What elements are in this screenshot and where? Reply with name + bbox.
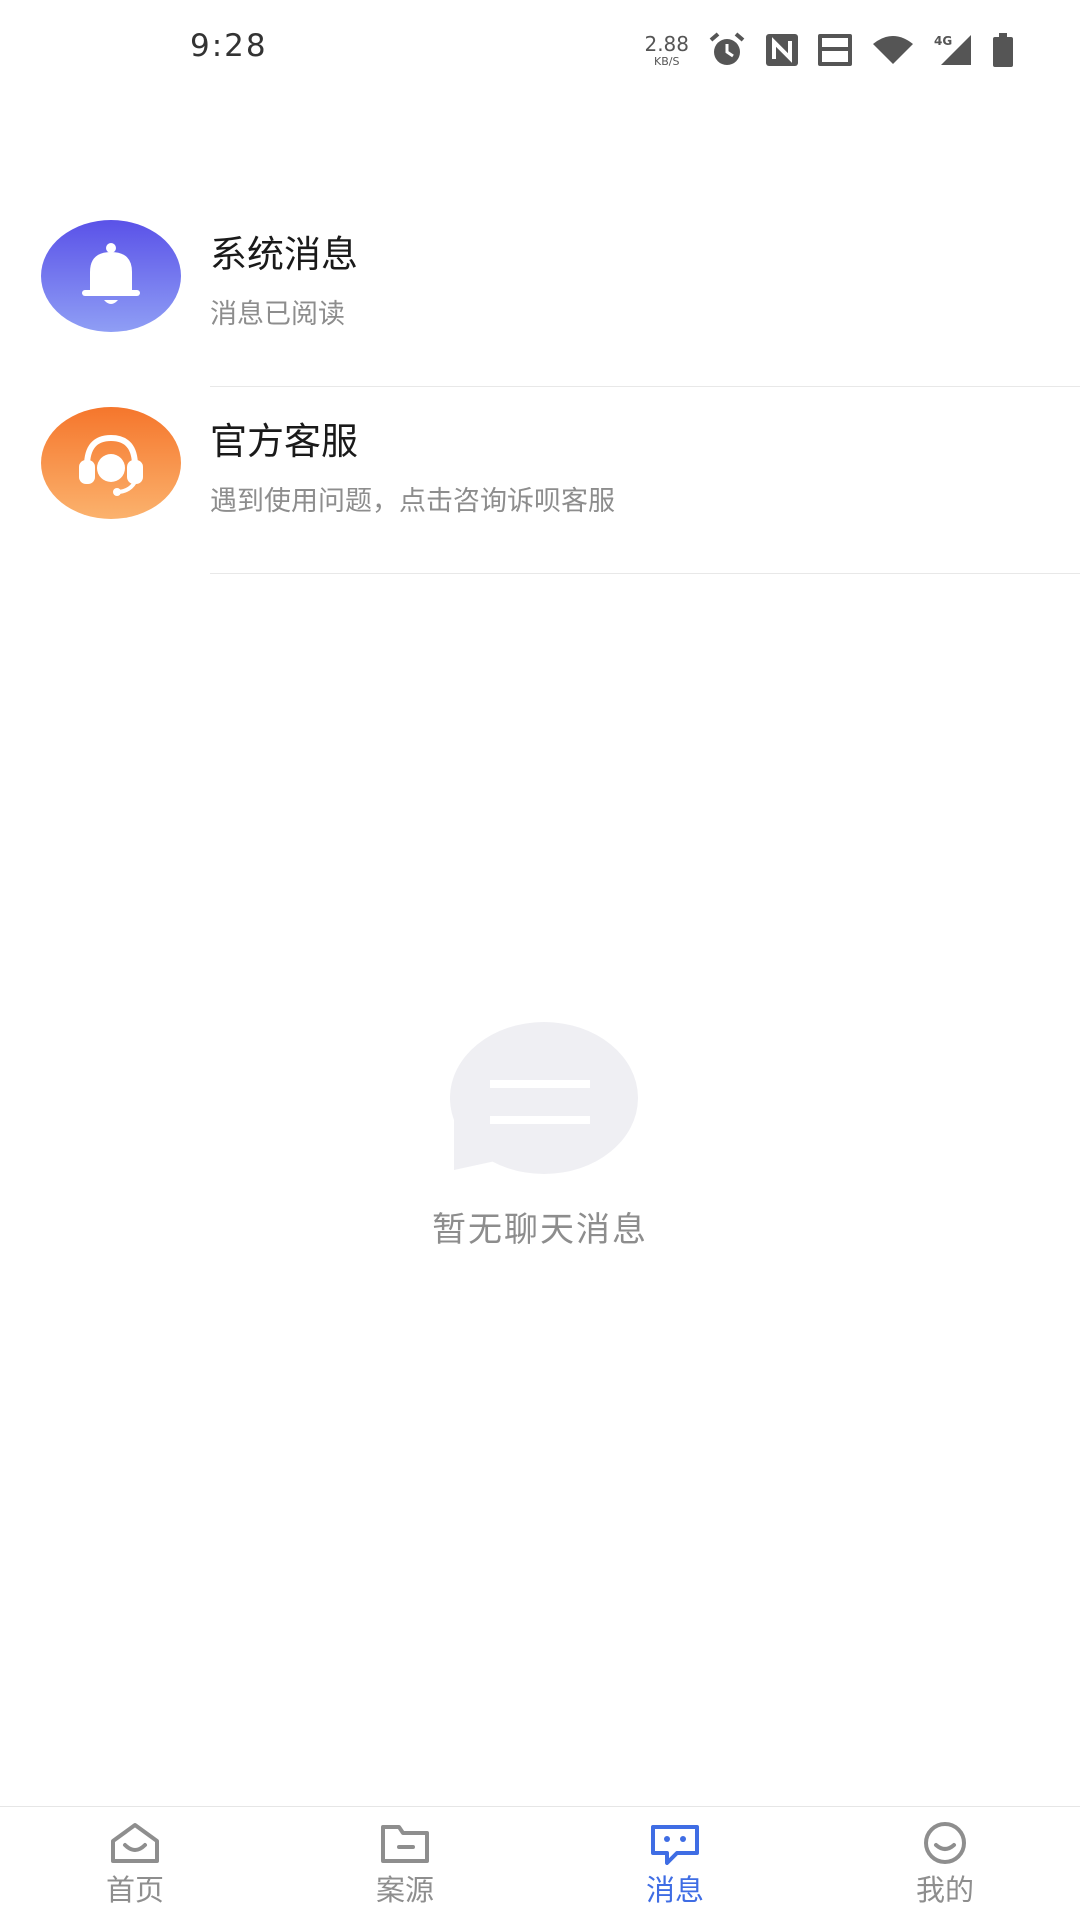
empty-state-text: 暂无聊天消息 <box>432 1210 648 1250</box>
home-icon <box>111 1823 159 1863</box>
chat-bubble-icon <box>450 1022 638 1174</box>
battery-icon <box>993 33 1013 67</box>
tab-home[interactable]: 首页 <box>0 1807 270 1920</box>
signal-label: 4G <box>934 34 952 48</box>
status-time: 9:28 <box>190 28 268 64</box>
wifi-icon <box>873 36 913 64</box>
system-message-avatar <box>41 220 181 332</box>
divider <box>210 573 1080 574</box>
volte-icon <box>818 34 852 66</box>
status-icons: 2.88 KB/S 4G <box>644 26 1015 74</box>
tab-profile[interactable]: 我的 <box>810 1807 1080 1920</box>
message-subtitle: 消息已阅读 <box>210 299 345 330</box>
message-item-system[interactable]: 系统消息 消息已阅读 <box>0 200 1080 387</box>
tab-cases[interactable]: 案源 <box>270 1807 540 1920</box>
alarm-icon <box>709 32 745 65</box>
status-bar: 9:28 2.88 KB/S 4G <box>0 0 1080 100</box>
bottom-tab-bar: 首页 案源 消息 我的 <box>0 1806 1080 1920</box>
folder-icon <box>381 1825 429 1863</box>
support-avatar <box>41 407 181 519</box>
message-subtitle: 遇到使用问题，点击咨询诉呗客服 <box>210 486 615 517</box>
signal-4g-icon: 4G <box>933 33 971 65</box>
tab-messages[interactable]: 消息 <box>540 1807 810 1920</box>
message-title: 系统消息 <box>210 233 358 276</box>
message-list: 系统消息 消息已阅读 官方客服 遇到使用问题，点击咨询诉呗客服 <box>0 200 1080 574</box>
network-speed: 2.88 KB/S <box>644 34 689 67</box>
bell-icon <box>82 243 140 304</box>
network-speed-value: 2.88 <box>644 31 689 56</box>
nfc-icon <box>766 34 798 66</box>
empty-state: 暂无聊天消息 <box>0 1020 1080 1251</box>
message-item-support[interactable]: 官方客服 遇到使用问题，点击咨询诉呗客服 <box>0 387 1080 574</box>
message-title: 官方客服 <box>210 420 358 463</box>
tab-label: 我的 <box>915 1873 974 1907</box>
message-icon <box>651 1825 699 1865</box>
tab-label: 案源 <box>375 1873 434 1907</box>
network-speed-unit: KB/S <box>654 54 680 68</box>
profile-icon <box>924 1822 966 1864</box>
tab-label: 消息 <box>645 1873 704 1907</box>
tab-label: 首页 <box>105 1873 164 1907</box>
headset-icon <box>79 434 143 496</box>
